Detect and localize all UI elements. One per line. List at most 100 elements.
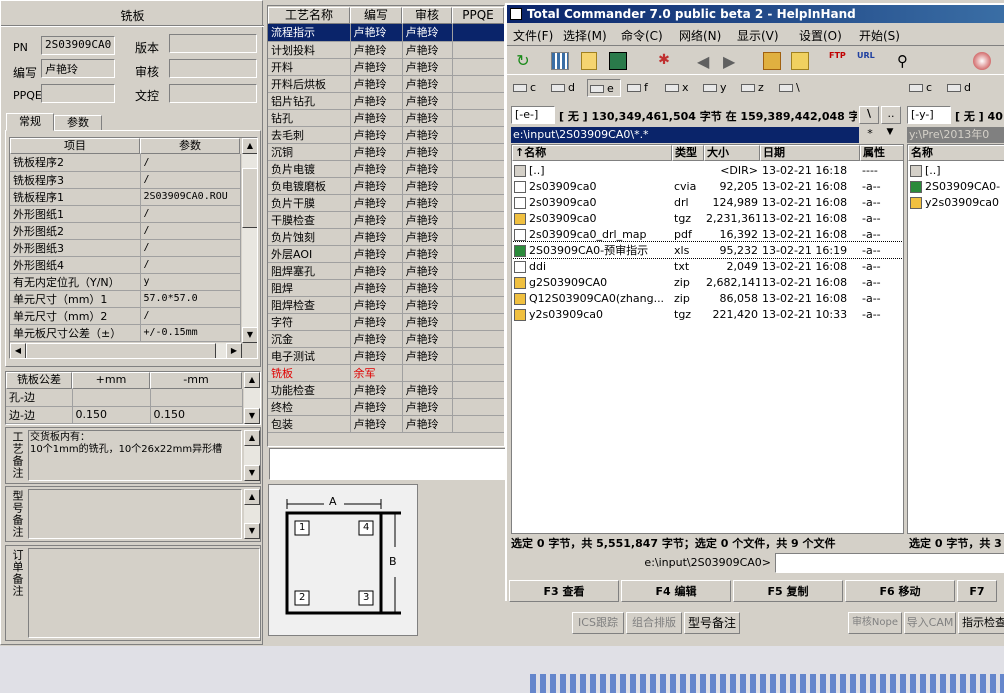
check-instruction-button[interactable]: 指示检查 [958,612,1004,634]
process-ppqe[interactable] [452,194,504,212]
scroll-up-icon[interactable]: ▲ [242,138,257,154]
menu-item[interactable]: 文件(F) [513,27,553,44]
scroll-down-icon[interactable]: ▼ [244,408,260,424]
scroll-down-icon[interactable]: ▼ [244,523,260,539]
param-value[interactable]: y [140,273,241,291]
process-ppqe[interactable] [452,24,504,42]
process-name[interactable]: 钻孔 [268,109,351,127]
scroll-down-icon[interactable]: ▼ [244,465,260,481]
drive-button-z[interactable]: z [739,79,773,97]
process-row[interactable]: 钻孔 卢艳玲 卢艳玲 [268,109,504,127]
process-header-review[interactable]: 审核 [402,7,452,24]
drive-button-f[interactable]: f [625,79,659,97]
process-review[interactable]: 卢艳玲 [402,109,453,127]
process-editor[interactable]: 卢艳玲 [350,58,403,76]
process-name[interactable]: 电子测试 [268,347,351,365]
process-row[interactable]: 开料后烘板 卢艳玲 卢艳玲 [268,75,504,93]
col-type[interactable]: 类型 [672,145,704,161]
process-editor[interactable]: 卢艳玲 [350,177,403,195]
param-value[interactable]: / [140,307,241,325]
process-review[interactable]: 卢艳玲 [402,58,453,76]
file-name[interactable]: 2s03909ca0 [512,178,672,194]
process-name[interactable]: 负片干膜 [268,194,351,212]
file-name[interactable]: [..] [512,162,672,178]
right-file-row[interactable]: y2s03909ca0 [910,195,1000,211]
process-row[interactable]: 流程指示 卢艳玲 卢艳玲 [268,24,504,42]
param-value[interactable]: / [140,222,241,240]
process-editor[interactable]: 卢艳玲 [350,415,403,433]
file-name[interactable]: y2s03909ca0 [512,306,672,322]
param-value[interactable]: / [140,239,241,257]
menu-item[interactable]: 显示(V) [737,27,779,44]
import-cam-button[interactable]: 导入CAM [904,612,956,634]
process-review[interactable]: 卢艳玲 [402,41,453,59]
process-review[interactable]: 卢艳玲 [402,75,453,93]
process-editor[interactable]: 卢艳玲 [350,211,403,229]
file-row[interactable]: [..] <DIR> 13-02-21 16:18 ---- [512,162,903,178]
process-ppqe[interactable] [452,279,504,297]
param-value[interactable]: / [140,154,241,172]
tol-value[interactable] [150,389,243,407]
process-row[interactable]: 负片电镀 卢艳玲 卢艳玲 [268,160,504,178]
col-attr[interactable]: 属性 [860,145,903,161]
process-name[interactable]: 铣板 [268,364,351,382]
doc-field[interactable] [169,84,257,103]
process-name[interactable]: 阻焊检查 [268,296,351,314]
version-field[interactable] [169,34,257,53]
process-ppqe[interactable] [452,296,504,314]
drive-button-root[interactable]: \ [777,79,811,97]
process-row[interactable]: 铣板 余军 [268,364,504,382]
tc-titlebar[interactable]: Total Commander 7.0 public beta 2 - Help… [507,5,1004,23]
file-row[interactable]: 2S03909CA0-预审指示 xls 95,232 13-02-21 16:19 -a… [512,241,903,259]
param-value[interactable]: / [140,171,241,189]
left-drive-select[interactable]: [-e-] [511,106,555,124]
scroll-thumb[interactable] [242,168,257,228]
history-star[interactable]: * [861,127,879,143]
drive-button-x[interactable]: x [663,79,697,97]
menu-item[interactable]: 选择(M) [563,27,607,44]
process-row[interactable]: 终检 卢艳玲 卢艳玲 [268,398,504,416]
process-ppqe[interactable] [452,415,504,433]
param-row[interactable]: 单元尺寸（mm）1 57.0*57.0 [10,290,241,308]
note-vscroll[interactable]: ▲ ▼ [244,430,260,481]
process-row[interactable]: 开料 卢艳玲 卢艳玲 [268,58,504,76]
process-row[interactable]: 负片干膜 卢艳玲 卢艳玲 [268,194,504,212]
process-name[interactable]: 沉铜 [268,143,351,161]
scroll-left-icon[interactable]: ◀ [10,343,26,358]
hscroll-thumb[interactable] [26,343,216,358]
process-review[interactable]: 卢艳玲 [402,211,453,229]
process-ppqe[interactable] [452,177,504,195]
fkey-button[interactable]: F4 编辑 [621,580,731,602]
process-ppqe[interactable] [452,398,504,416]
process-row[interactable]: 阻焊塞孔 卢艳玲 卢艳玲 [268,262,504,280]
param-row[interactable]: 铣板程序3/ [10,171,241,189]
scroll-down-icon[interactable]: ▼ [242,327,257,343]
process-ppqe[interactable] [452,126,504,144]
process-ppqe[interactable] [452,262,504,280]
drive-button-e[interactable]: e [587,79,621,97]
tol-vscroll[interactable]: ▲ ▼ [244,372,260,424]
process-name[interactable]: 阻焊塞孔 [268,262,351,280]
process-editor[interactable]: 卢艳玲 [350,330,403,348]
process-editor[interactable]: 卢艳玲 [350,41,403,59]
process-name[interactable]: 铝片钻孔 [268,92,351,110]
process-review[interactable]: 卢艳玲 [402,143,453,161]
process-row[interactable]: 外层AOI 卢艳玲 卢艳玲 [268,245,504,263]
param-value[interactable]: 2S03909CA0.ROU [140,188,241,206]
param-value[interactable]: +/-0.15mm [140,324,241,342]
process-row[interactable]: 功能检查 卢艳玲 卢艳玲 [268,381,504,399]
process-name[interactable]: 负电镀磨板 [268,177,351,195]
ftp-icon[interactable]: FTP [829,51,847,71]
process-editor[interactable]: 卢艳玲 [350,160,403,178]
process-editor[interactable]: 卢艳玲 [350,279,403,297]
process-ppqe[interactable] [452,381,504,399]
file-row[interactable]: 2s03909ca0_drl_map pdf 16,392 13-02-21 16:0… [512,226,903,242]
process-input[interactable] [269,448,506,480]
process-editor[interactable]: 卢艳玲 [350,126,403,144]
process-row[interactable]: 沉铜 卢艳玲 卢艳玲 [268,143,504,161]
pack-archive-icon[interactable] [763,52,781,70]
process-editor[interactable]: 卢艳玲 [350,194,403,212]
right-drive-button-c[interactable]: c [909,79,943,97]
process-ppqe[interactable] [452,364,504,382]
process-editor[interactable]: 卢艳玲 [350,398,403,416]
